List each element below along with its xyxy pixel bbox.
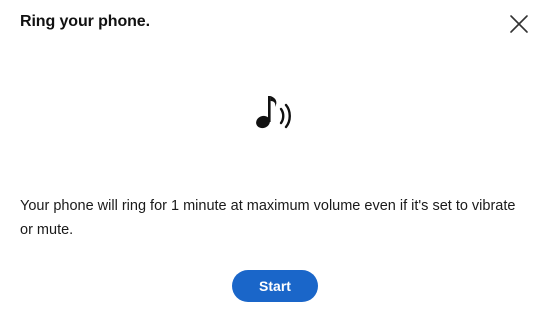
start-button[interactable]: Start: [232, 270, 318, 302]
close-icon: [510, 15, 528, 33]
music-note-sound-icon: [252, 92, 298, 134]
ring-description: Your phone will ring for 1 minute at max…: [20, 198, 516, 238]
ring-phone-dialog: Ring your phone. Your phone will ring fo…: [0, 0, 551, 321]
close-button[interactable]: [509, 14, 529, 34]
dialog-title: Ring your phone.: [20, 13, 150, 30]
